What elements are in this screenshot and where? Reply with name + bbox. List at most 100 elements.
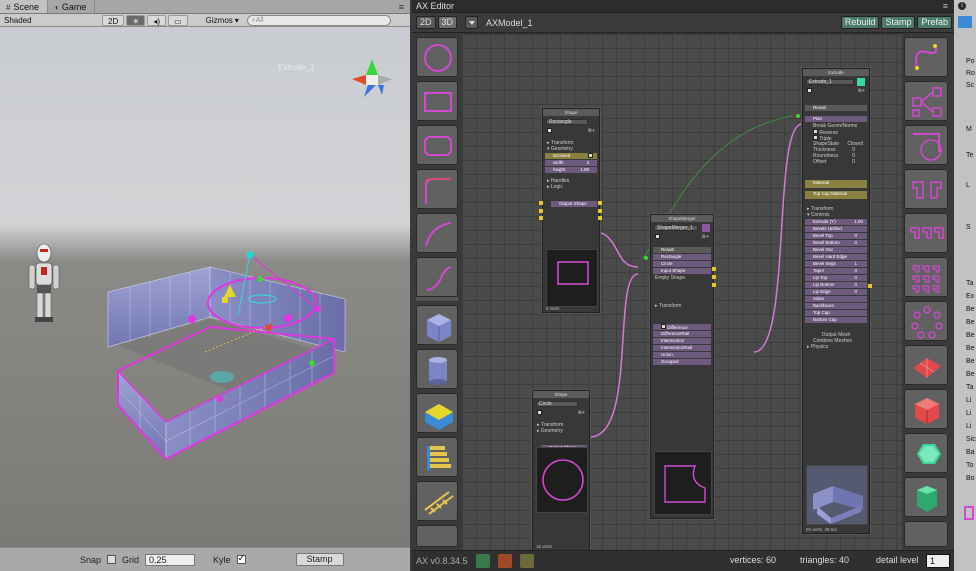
lip-top-value[interactable]: 0 xyxy=(854,275,857,281)
kyle-checkbox[interactable] xyxy=(236,553,246,564)
library-cylinder-mesh[interactable] xyxy=(416,349,458,389)
input-port-circle[interactable]: Circle xyxy=(653,261,711,267)
param-taper[interactable]: Taper 0 xyxy=(805,268,867,274)
scene-search-input[interactable]: ⌕All xyxy=(246,14,391,26)
node-enabled-checkbox[interactable] xyxy=(655,234,660,239)
output-grouped[interactable]: Grouped xyxy=(653,359,711,365)
node-graph-canvas[interactable]: Shape Rectangle ⚙+ ▸ Transform ▾ Geometr… xyxy=(462,34,902,550)
port-out-merger-1[interactable] xyxy=(712,267,716,271)
output-union[interactable]: Union xyxy=(653,352,711,358)
library-spline-generator[interactable] xyxy=(904,37,948,77)
view-2d-button[interactable]: 2D xyxy=(416,16,436,29)
difference-checkbox[interactable] xyxy=(661,324,666,329)
param-bevel-hard-edge[interactable]: Bevel Hard Edge xyxy=(805,254,867,260)
prefab-button[interactable]: Prefab xyxy=(917,16,952,29)
node-settings-icon[interactable]: ⚙+ xyxy=(858,88,865,94)
empty-shape-row[interactable]: Empty Shape xyxy=(651,275,713,281)
library-rounded-rect-shape[interactable] xyxy=(416,125,458,165)
controls-foldout[interactable]: ▾ Controls xyxy=(803,212,869,218)
param-bevel-bottom[interactable]: Bevel Bottom 0 xyxy=(805,240,867,246)
library-box-mesh[interactable] xyxy=(904,389,948,429)
param-lip-top[interactable]: Lip Top 0 xyxy=(805,275,867,281)
topcap-material-port[interactable]: Top Cap Material xyxy=(805,191,867,199)
input-port-rectangle[interactable]: Rectangle xyxy=(653,254,711,260)
gizmos-dropdown-arrow-icon[interactable]: ▾ xyxy=(235,16,239,25)
node-enabled-checkbox[interactable] xyxy=(807,88,812,93)
param-bevels-unified[interactable]: Bevels Unified xyxy=(805,226,867,232)
library-curve-shape[interactable] xyxy=(416,257,458,297)
shape-name-field[interactable]: Rectangle xyxy=(546,119,588,125)
offset-row[interactable]: Offset 0 xyxy=(803,159,869,165)
library-beveled-box-mesh[interactable] xyxy=(416,393,458,433)
output-shape-port[interactable]: Output Shape xyxy=(551,201,597,207)
panel-menu-icon[interactable]: ≡ xyxy=(393,0,410,13)
ax-editor-title[interactable]: AX Editor xyxy=(416,1,454,11)
node-settings-icon[interactable]: ⚙+ xyxy=(588,128,595,134)
param-backfaces[interactable]: Backfaces xyxy=(805,303,867,309)
snap-checkbox[interactable] xyxy=(107,555,117,564)
library-distributor-generator[interactable] xyxy=(904,81,948,121)
geometry-foldout[interactable]: ▾ Geometry xyxy=(543,146,599,152)
audio-toggle-icon[interactable]: ◂) xyxy=(147,14,167,26)
node-settings-icon[interactable]: ⚙+ xyxy=(578,410,585,416)
width-value[interactable]: 3 xyxy=(586,160,589,166)
library-arc-shape[interactable] xyxy=(416,213,458,253)
port-out-isclosed[interactable] xyxy=(598,201,602,205)
extrude-name-field[interactable]: Extrude_1 xyxy=(806,79,854,85)
library-offset-shape[interactable] xyxy=(904,125,948,165)
library-circle-shape[interactable] xyxy=(416,37,458,77)
extrude-node[interactable]: Extrude Extrude_1 ⚙+ Result Plan Break G… xyxy=(802,68,870,534)
library-stairs-mesh[interactable] xyxy=(416,437,458,477)
lip-bottom-value[interactable]: 0 xyxy=(854,282,857,288)
output-difference-rail[interactable]: DifferenceRail xyxy=(653,331,711,337)
grid-view-icon[interactable] xyxy=(475,554,490,568)
node-enabled-checkbox[interactable] xyxy=(547,128,552,133)
shape-name-field[interactable]: Circle xyxy=(536,401,578,407)
port-out-width[interactable] xyxy=(598,209,602,213)
physics-foldout[interactable]: ▸ Physics xyxy=(803,344,869,350)
reverse-checkbox[interactable] xyxy=(813,129,818,134)
merger-result-port-dot[interactable] xyxy=(644,256,648,260)
param-isclosed[interactable]: isClosed xyxy=(545,153,597,159)
triple-checkbox[interactable] xyxy=(813,135,818,140)
output-intersection-rail[interactable]: IntersectionRail xyxy=(653,345,711,351)
port-out-extrude-y[interactable] xyxy=(868,284,872,288)
mode-2d-button[interactable]: 2D xyxy=(102,14,125,26)
port-in-isclosed[interactable] xyxy=(539,201,543,205)
offset-value[interactable]: 0 xyxy=(852,159,855,165)
ax-stamp-button[interactable]: Stamp xyxy=(881,16,916,29)
param-extrude-y[interactable]: Extrude (Y) 1.00 xyxy=(805,219,867,225)
port-out-merger-2[interactable] xyxy=(712,275,716,279)
library-linear-repeater[interactable] xyxy=(904,213,948,253)
shape-node-circle[interactable]: Shape Circle ⚙+ ▸ Transform ▸ Geometry O… xyxy=(532,390,590,550)
bevel-top-value[interactable]: 0 xyxy=(854,233,857,239)
shape-merger-node[interactable]: ShapeMerger ShapeMerger_1 ⚙+ Result Rect… xyxy=(650,214,714,519)
input-port-new[interactable]: Input Shape xyxy=(653,268,711,274)
extrude-mode-icon[interactable] xyxy=(857,78,865,86)
isclosed-checkbox[interactable] xyxy=(588,153,593,158)
geometry-foldout[interactable]: ▸ Geometry xyxy=(533,428,589,434)
library-plane-mesh[interactable] xyxy=(904,345,948,385)
shading-mode-dropdown[interactable]: Shaded xyxy=(4,16,84,25)
library-rectangle-shape[interactable] xyxy=(416,81,458,121)
tab-game[interactable]: ◖ Game xyxy=(48,0,96,13)
transform-foldout[interactable]: ▸ Transform xyxy=(651,303,713,309)
param-top-cap[interactable]: Top Cap xyxy=(805,310,867,316)
lip-edge-value[interactable]: 0 xyxy=(854,289,857,295)
library-prism-mesh[interactable] xyxy=(904,477,948,517)
library-fence-mesh[interactable] xyxy=(416,481,458,521)
library-grid-repeater[interactable] xyxy=(904,257,948,297)
param-sides[interactable]: Sides xyxy=(805,296,867,302)
output-difference[interactable]: Difference xyxy=(653,324,711,330)
detail-level-field[interactable]: 1 xyxy=(926,554,950,568)
output-intersection[interactable]: Intersection xyxy=(653,338,711,344)
param-bottom-cap[interactable]: Bottom Cap xyxy=(805,317,867,323)
param-bevel-out[interactable]: Bevel Out xyxy=(805,247,867,253)
port-in-height[interactable] xyxy=(539,216,543,220)
library-more-generator[interactable] xyxy=(904,521,948,547)
bevel-bottom-value[interactable]: 0 xyxy=(854,240,857,246)
ax-panel-menu-icon[interactable]: ≡ xyxy=(943,1,954,11)
port-in-width[interactable] xyxy=(539,209,543,213)
model-dropdown-icon[interactable] xyxy=(465,16,479,29)
port-out-height[interactable] xyxy=(598,216,602,220)
